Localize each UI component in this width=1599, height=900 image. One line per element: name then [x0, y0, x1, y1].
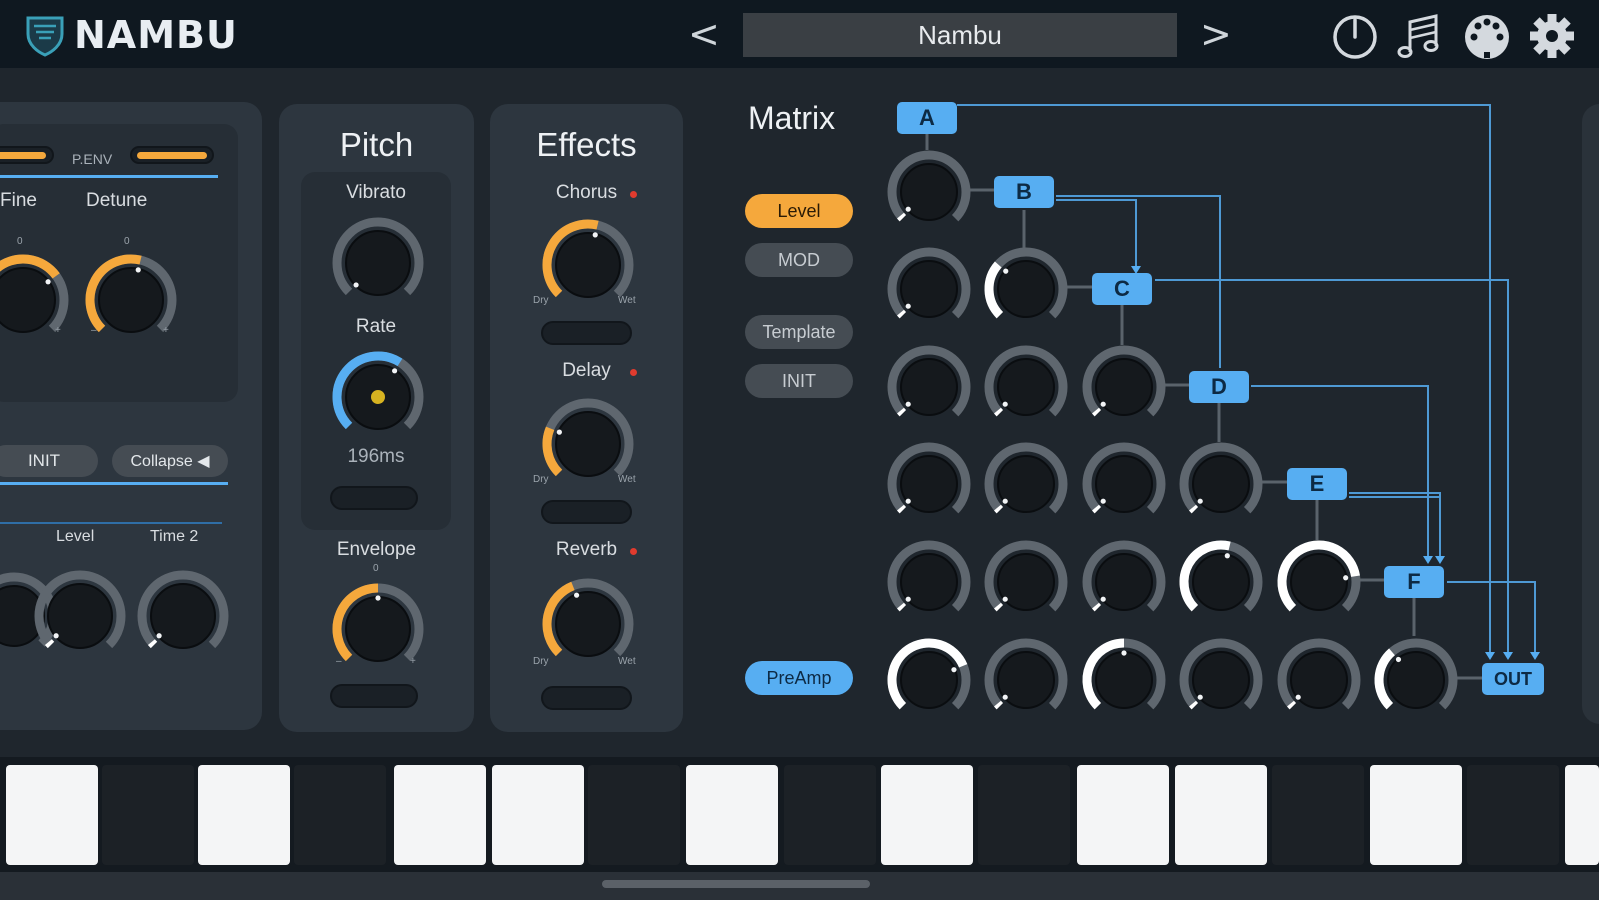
knob-graphic: [887, 540, 971, 612]
matrix-knob-d2[interactable]: [982, 440, 1070, 528]
matrix-knob-f6[interactable]: [1372, 636, 1460, 724]
matrix-knob-e3[interactable]: [1080, 538, 1168, 626]
piano-key[interactable]: [784, 765, 876, 865]
knob-graphic: [1179, 442, 1263, 514]
matrix-knob-f5[interactable]: [1275, 636, 1363, 724]
knob-graphic: [887, 345, 971, 417]
matrix-knob-c3[interactable]: [1080, 343, 1168, 431]
knob-graphic: [1277, 540, 1361, 612]
matrix-knob-b1[interactable]: [885, 245, 973, 333]
piano-keyboard: [0, 757, 1599, 872]
matrix-knob-e2[interactable]: [982, 538, 1070, 626]
matrix-node-d[interactable]: D: [1189, 371, 1249, 403]
knob-graphic: [1082, 345, 1166, 417]
matrix-knob-d3[interactable]: [1080, 440, 1168, 528]
matrix-knob-a1[interactable]: [885, 148, 973, 236]
matrix-out-node[interactable]: OUT: [1482, 663, 1544, 695]
knob-graphic: [887, 638, 971, 710]
knob-graphic: [887, 442, 971, 514]
matrix-knob-b2[interactable]: [982, 245, 1070, 333]
matrix-knob-f4[interactable]: [1177, 636, 1265, 724]
knob-graphic: [984, 345, 1068, 417]
piano-key[interactable]: [1272, 765, 1364, 865]
knob-graphic: [984, 638, 1068, 710]
piano-key[interactable]: [1370, 765, 1462, 865]
matrix-knob-f2[interactable]: [982, 636, 1070, 724]
matrix-knob-d4[interactable]: [1177, 440, 1265, 528]
knob-graphic: [984, 442, 1068, 514]
matrix-knob-c1[interactable]: [885, 343, 973, 431]
matrix-knob-d1[interactable]: [885, 440, 973, 528]
knob-graphic: [984, 540, 1068, 612]
knob-graphic: [1179, 638, 1263, 710]
matrix-node-b[interactable]: B: [994, 176, 1054, 208]
matrix-knob-c2[interactable]: [982, 343, 1070, 431]
piano-key[interactable]: [102, 765, 194, 865]
piano-key[interactable]: [978, 765, 1070, 865]
knob-graphic: [1082, 638, 1166, 710]
knob-graphic: [887, 150, 971, 222]
matrix-node-c[interactable]: C: [1092, 273, 1152, 305]
piano-key[interactable]: [198, 765, 290, 865]
piano-key[interactable]: [588, 765, 680, 865]
knob-graphic: [887, 247, 971, 319]
matrix-knob-e5[interactable]: [1275, 538, 1363, 626]
piano-key[interactable]: [492, 765, 584, 865]
piano-key[interactable]: [394, 765, 486, 865]
right-panel-edge: [1582, 104, 1599, 724]
matrix-knob-e4[interactable]: [1177, 538, 1265, 626]
piano-key[interactable]: [294, 765, 386, 865]
piano-key[interactable]: [881, 765, 973, 865]
piano-key[interactable]: [6, 765, 98, 865]
knob-graphic: [1082, 442, 1166, 514]
matrix-knob-e1[interactable]: [885, 538, 973, 626]
piano-key[interactable]: [1565, 765, 1599, 865]
home-indicator[interactable]: [602, 880, 870, 888]
piano-key[interactable]: [686, 765, 778, 865]
matrix-node-a[interactable]: A: [897, 102, 957, 134]
knob-graphic: [1277, 638, 1361, 710]
matrix-node-f[interactable]: F: [1384, 566, 1444, 598]
nambu-app: NAMBU < Nambu > P.ENV Fine Detune 0 0 + …: [0, 0, 1599, 900]
piano-key[interactable]: [1175, 765, 1267, 865]
piano-key[interactable]: [1077, 765, 1169, 865]
knob-graphic: [1082, 540, 1166, 612]
matrix-knob-f1[interactable]: [885, 636, 973, 724]
knob-graphic: [1374, 638, 1458, 710]
knob-graphic: [1179, 540, 1263, 612]
matrix-node-e[interactable]: E: [1287, 468, 1347, 500]
knob-graphic: [984, 247, 1068, 319]
piano-key[interactable]: [1467, 765, 1559, 865]
matrix-knob-f3[interactable]: [1080, 636, 1168, 724]
